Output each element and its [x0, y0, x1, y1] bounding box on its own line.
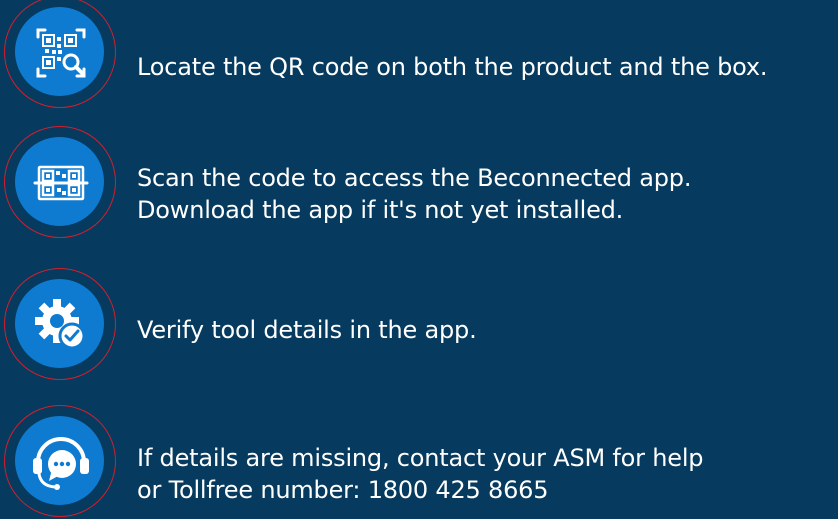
step-2-text: Scan the code to access the Beconnected … — [137, 162, 691, 226]
gear-check-icon — [35, 299, 86, 350]
step-4-line-2: or Tollfree number: 1800 425 8665 — [137, 476, 549, 504]
headset-chat-badge — [4, 405, 116, 517]
step-4-text: If details are missing, contact your ASM… — [137, 442, 704, 506]
qr-search-icon — [36, 28, 86, 78]
gear-check-badge — [4, 268, 116, 380]
headset-chat-icon — [33, 437, 89, 490]
step-1-line-1: Locate the QR code on both the product a… — [137, 53, 768, 81]
step-2-line-2: Download the app if it's not yet install… — [137, 196, 624, 224]
step-3-line-1: Verify tool details in the app. — [137, 316, 477, 344]
qr-scan-badge — [4, 126, 116, 238]
qr-search-badge — [4, 0, 116, 108]
step-2-line-1: Scan the code to access the Beconnected … — [137, 164, 692, 192]
qr-scan-icon — [33, 165, 89, 201]
step-1-text: Locate the QR code on both the product a… — [137, 51, 768, 83]
step-4-line-1: If details are missing, contact your ASM… — [137, 444, 704, 472]
step-3-text: Verify tool details in the app. — [137, 314, 477, 346]
